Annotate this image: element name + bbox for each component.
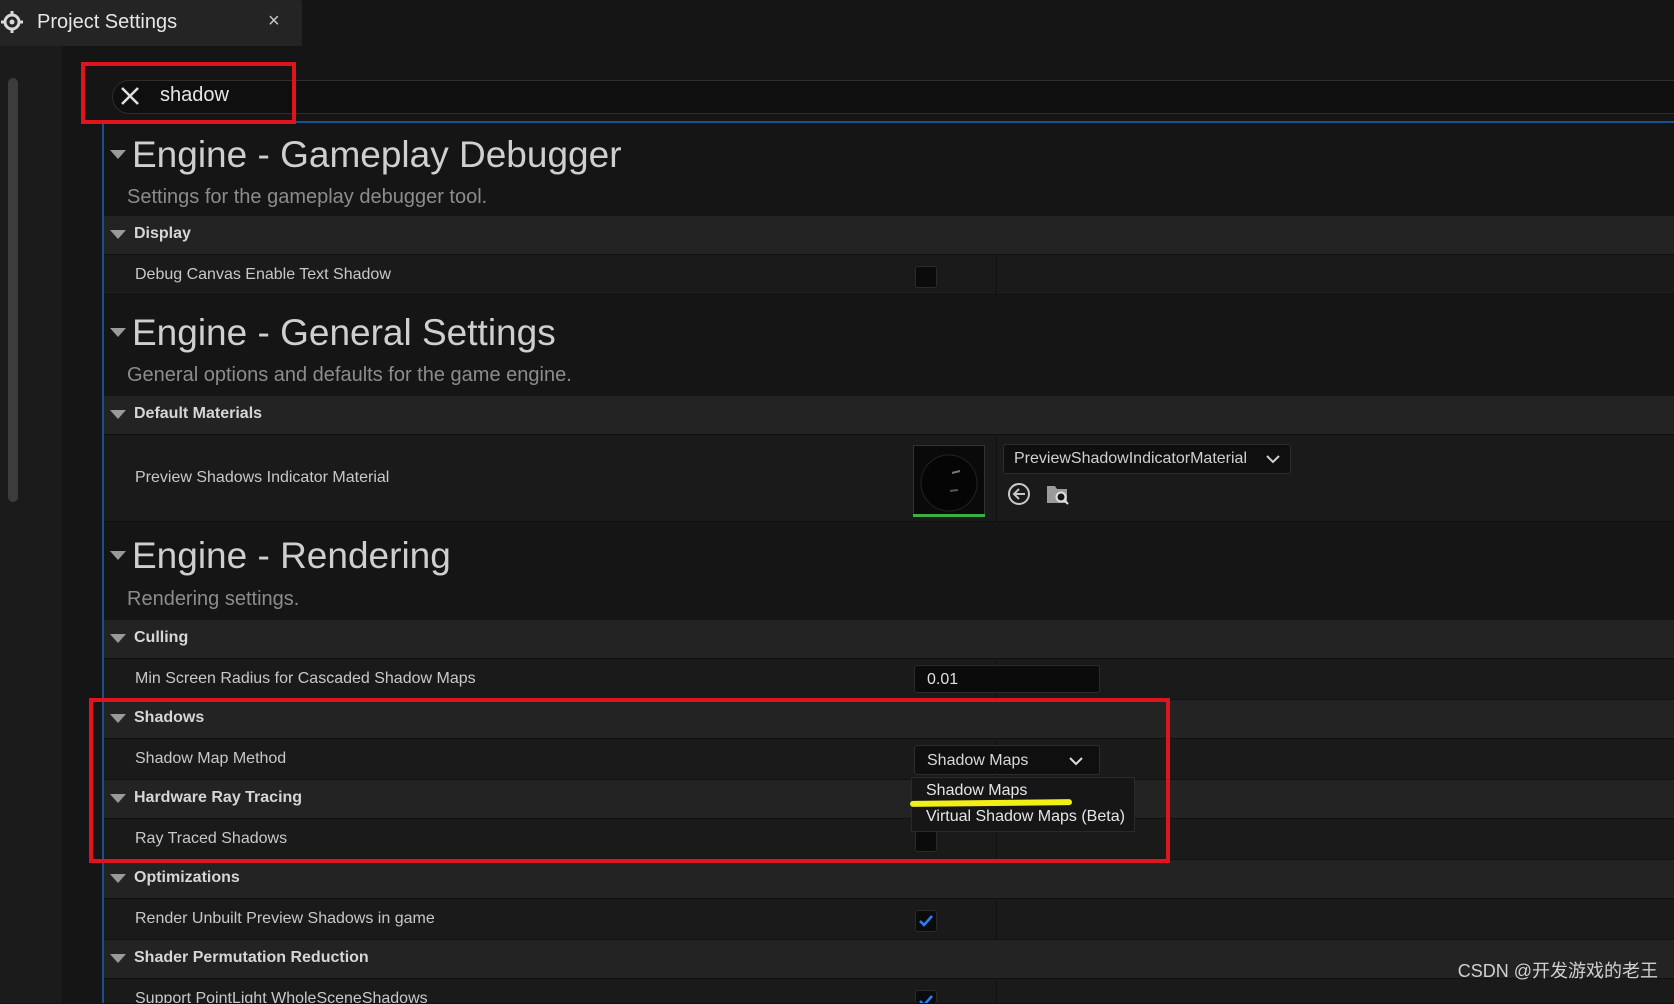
section-description: Settings for the gameplay debugger tool. — [127, 186, 488, 208]
scrollbar[interactable] — [8, 78, 18, 502]
category-label: Shader Permutation Reduction — [134, 949, 369, 966]
debug-canvas-text-shadow-checkbox[interactable] — [915, 266, 937, 288]
property-label: Debug Canvas Enable Text Shadow — [135, 266, 391, 283]
search-input[interactable] — [160, 81, 760, 109]
category-label: Shadows — [134, 709, 205, 726]
property-label: Min Screen Radius for Cascaded Shadow Ma… — [135, 670, 476, 687]
category-default-materials[interactable]: Default Materials — [104, 396, 1674, 435]
browse-back-icon[interactable] — [1006, 481, 1032, 507]
asset-picker-combo[interactable]: PreviewShadowIndicatorMaterial — [1003, 444, 1291, 474]
material-type-bar — [913, 514, 985, 517]
property-row: Preview Shadows Indicator Material — [104, 435, 1674, 522]
section-description: General options and defaults for the gam… — [127, 364, 572, 386]
property-row: Support PointLight WholeSceneShadows — [104, 979, 1674, 1004]
category-label: Optimizations — [134, 869, 240, 886]
section-description: Rendering settings. — [127, 588, 300, 610]
section-title: Engine - General Settings — [132, 312, 556, 353]
dropdown-option-virtual-shadow-maps[interactable]: Virtual Shadow Maps (Beta) — [926, 808, 1125, 826]
collapse-arrow-icon — [110, 794, 126, 803]
collapse-arrow-icon — [110, 634, 126, 643]
property-row: Shadow Map Method — [104, 739, 1674, 780]
support-pointlight-shadows-checkbox[interactable] — [915, 990, 937, 1003]
category-hardware-ray-tracing[interactable]: Hardware Ray Tracing — [104, 780, 1674, 819]
property-label: Support PointLight WholeSceneShadows — [135, 990, 428, 1004]
render-unbuilt-preview-shadows-checkbox[interactable] — [915, 910, 937, 932]
collapse-arrow-icon — [110, 410, 126, 419]
shadow-map-method-value: Shadow Maps — [927, 752, 1029, 769]
section-title: Engine - Rendering — [132, 535, 451, 576]
property-label: Shadow Map Method — [135, 750, 287, 767]
section-title: Engine - Gameplay Debugger — [132, 134, 622, 175]
category-culling[interactable]: Culling — [104, 620, 1674, 659]
column-divider — [996, 979, 997, 1003]
category-label: Display — [134, 225, 191, 242]
category-display[interactable]: Display — [104, 216, 1674, 255]
property-row: Render Unbuilt Preview Shadows in game — [104, 899, 1674, 940]
collapse-arrow-icon — [110, 714, 126, 723]
material-preview-image — [920, 454, 978, 512]
collapse-arrow-icon — [110, 230, 126, 239]
category-label: Hardware Ray Tracing — [134, 789, 303, 806]
category-shadows[interactable]: Shadows — [104, 700, 1674, 739]
property-label: Ray Traced Shadows — [135, 830, 288, 847]
tab-bar: Project Settings × — [0, 0, 1674, 46]
shadow-map-method-select[interactable]: Shadow Maps — [914, 745, 1100, 775]
material-thumbnail[interactable] — [913, 445, 985, 517]
column-divider — [996, 255, 997, 294]
dropdown-option-shadow-maps[interactable]: Shadow Maps — [926, 782, 1027, 800]
watermark: CSDN @开发游戏的老王 — [1457, 961, 1658, 981]
checkmark-icon — [919, 995, 933, 1003]
find-in-browser-icon[interactable] — [1044, 481, 1070, 507]
collapse-arrow-icon — [110, 150, 126, 159]
collapse-arrow-icon — [110, 874, 126, 883]
min-screen-radius-value: 0.01 — [927, 671, 959, 688]
collapse-arrow-icon — [110, 328, 126, 337]
search-underline — [103, 121, 1674, 123]
collapse-arrow-icon — [110, 551, 126, 560]
chevron-down-icon — [1069, 757, 1083, 766]
close-icon[interactable]: × — [268, 10, 280, 33]
checkmark-icon — [919, 915, 933, 927]
ray-traced-shadows-checkbox[interactable] — [915, 830, 937, 852]
column-divider — [996, 899, 997, 939]
asset-picker-value: PreviewShadowIndicatorMaterial — [1014, 450, 1247, 467]
min-screen-radius-input[interactable]: 0.01 — [914, 665, 1100, 693]
category-label: Culling — [134, 629, 189, 646]
column-divider — [996, 435, 997, 521]
category-optimizations[interactable]: Optimizations — [104, 860, 1674, 899]
category-shader-permutation-reduction[interactable]: Shader Permutation Reduction — [104, 940, 1674, 979]
property-label: Render Unbuilt Preview Shadows in game — [135, 910, 435, 927]
category-label: Default Materials — [134, 405, 263, 422]
settings-icon — [1, 11, 23, 33]
search-clear-icon[interactable] — [118, 84, 142, 108]
chevron-down-icon — [1266, 455, 1280, 464]
property-label: Preview Shadows Indicator Material — [135, 469, 390, 486]
property-row: Debug Canvas Enable Text Shadow — [104, 255, 1674, 295]
collapse-arrow-icon — [110, 954, 126, 963]
tab-title: Project Settings — [37, 11, 178, 33]
tab-project-settings[interactable]: Project Settings × — [0, 0, 302, 46]
property-row: Ray Traced Shadows — [104, 819, 1674, 860]
property-row: Min Screen Radius for Cascaded Shadow Ma… — [104, 659, 1674, 700]
